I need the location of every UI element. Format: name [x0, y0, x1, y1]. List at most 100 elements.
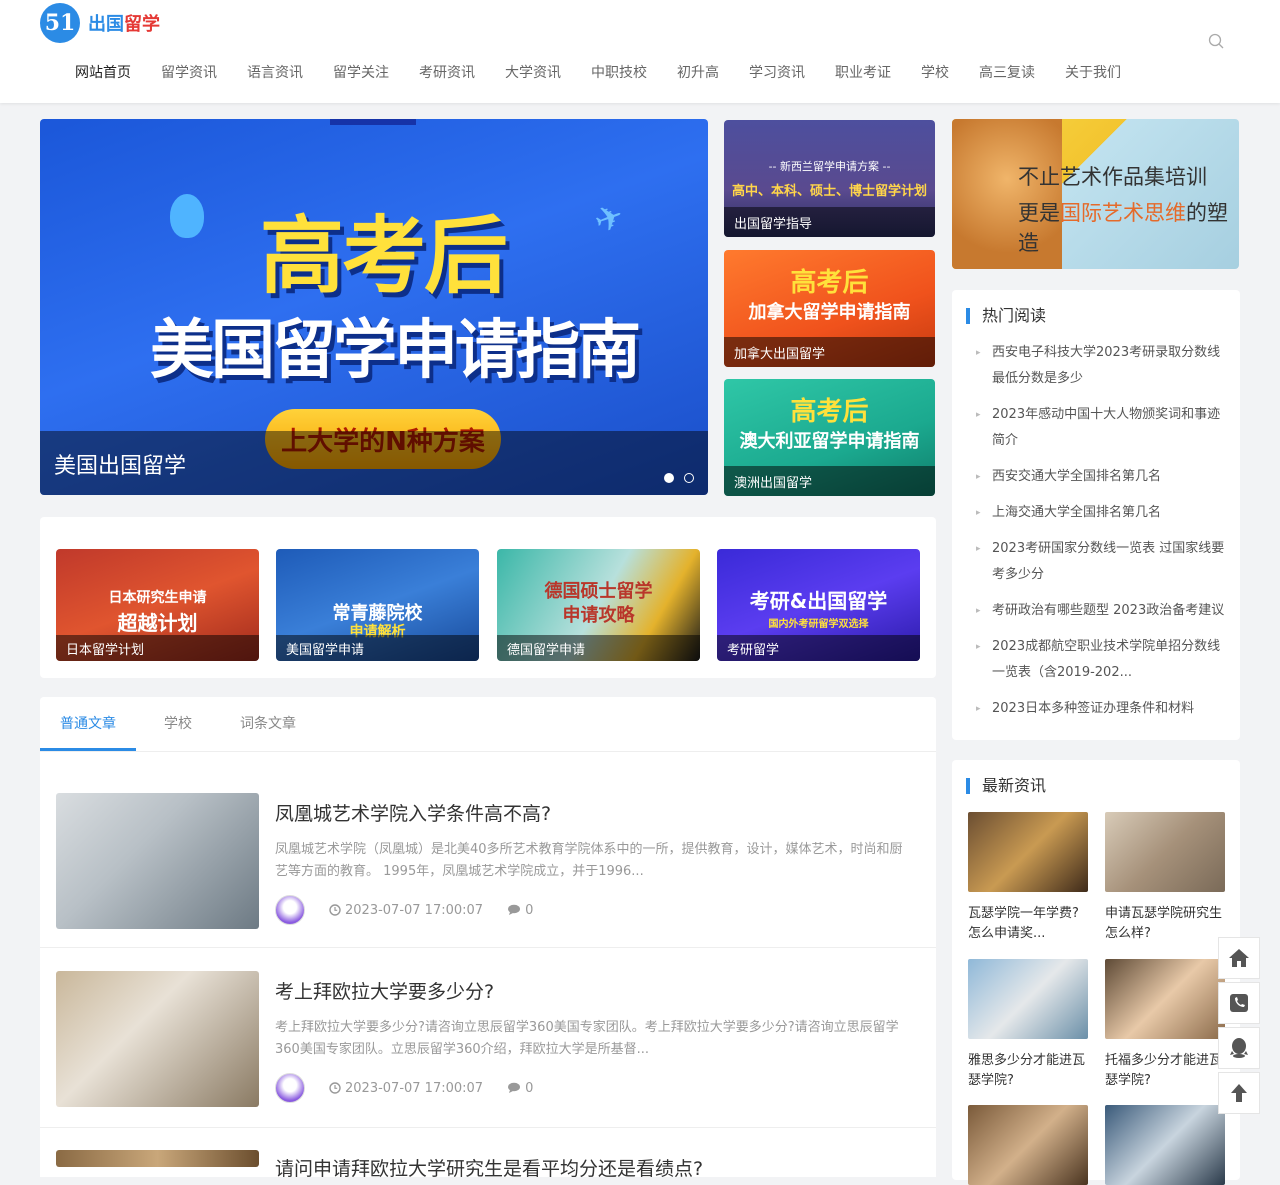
logo-text-part1: 出国 — [88, 14, 124, 35]
hot-reading-item-label: 2023成都航空职业技术学院单招分数线一览表（含2019-202... — [992, 639, 1221, 680]
site-logo[interactable]: 51 出国留学 — [40, 3, 160, 43]
nav-item-certification[interactable]: 职业考证 — [820, 62, 906, 84]
latest-news-item[interactable] — [968, 1105, 1088, 1185]
chevron-right-icon: ▸ — [976, 642, 981, 652]
article-title[interactable]: 凤凰城艺术学院入学条件高不高? — [275, 799, 551, 826]
back-to-top-button[interactable] — [1218, 1072, 1260, 1114]
latest-news-item-title: 雅思多少分才能进瓦瑟学院? — [968, 1053, 1086, 1088]
hot-reading-item[interactable]: ▸ 西安交通大学全国排名第几名 — [976, 464, 1226, 490]
balloon-graphic — [170, 194, 204, 238]
hot-reading-item-label: 西安交通大学全国排名第几名 — [992, 469, 1162, 484]
nav-item-study-abroad-focus[interactable]: 留学关注 — [318, 62, 404, 84]
nav-item-schools[interactable]: 学校 — [906, 62, 964, 84]
latest-news-item[interactable]: 瓦瑟学院一年学费?怎么申请奖... — [968, 812, 1088, 944]
category-card-art: 考研&出国留学 — [749, 589, 888, 613]
nav-item-university-news[interactable]: 大学资讯 — [490, 62, 576, 84]
home-button[interactable] — [1218, 937, 1260, 979]
category-card-japan[interactable]: 日本研究生申请 超越计划 日本留学计划 — [56, 549, 259, 661]
nav-item-gaokao-retake[interactable]: 高三复读 — [964, 62, 1050, 84]
article-excerpt: 考上拜欧拉大学要多少分?请咨询立思辰留学360美国专家团队。考上拜欧拉大学要多少… — [275, 1020, 899, 1057]
category-card-caption: 德国留学申请 — [507, 643, 586, 658]
latest-news-widget: 最新资讯 瓦瑟学院一年学费?怎么申请奖... 申请瓦瑟学院研究生怎么样? 雅思多… — [952, 760, 1240, 1185]
slider-dot-2[interactable] — [684, 473, 694, 483]
nav-item-vocational-schools[interactable]: 中职技校 — [576, 62, 662, 84]
hero-slider[interactable]: ✈ 高考后 美国留学申请指南 上大学的N种方案 美国出国留学 — [40, 119, 708, 495]
slider-caption-bar: 美国出国留学 — [40, 431, 708, 495]
category-card-caption-bar: 德国留学申请 — [497, 635, 700, 661]
side-thumb-caption-bar: 澳洲出国留学 — [724, 466, 935, 496]
side-thumb-subtitle: 高中、本科、硕士、博士留学计划 — [731, 184, 927, 199]
hot-reading-item[interactable]: ▸ 考研政治有哪些题型 2023政治备考建议 — [976, 598, 1226, 624]
nav-item-home[interactable]: 网站首页 — [60, 62, 146, 84]
search-icon[interactable] — [1208, 33, 1224, 49]
article-date: 2023-07-07 17:00:07 — [345, 1080, 484, 1096]
category-card-caption-bar: 美国留学申请 — [276, 635, 479, 661]
side-thumb-canada[interactable]: 高考后 加拿大留学申请指南 加拿大出国留学 — [724, 250, 935, 367]
slider-dot-1[interactable] — [664, 473, 674, 483]
chevron-right-icon: ▸ — [976, 472, 981, 482]
article-comment-count: 0 — [525, 1080, 534, 1096]
hot-reading-item[interactable]: ▸ 西安电子科技大学2023考研录取分数线最低分数是多少 — [976, 340, 1226, 392]
article-thumbnail[interactable] — [56, 793, 259, 929]
author-avatar[interactable] — [275, 895, 305, 925]
latest-news-item[interactable]: 托福多少分才能进瓦瑟学院? — [1105, 959, 1225, 1091]
category-card-art2: 国内外考研留学双选择 — [768, 619, 869, 630]
article-comment-count: 0 — [525, 902, 534, 918]
comment-icon — [508, 1082, 521, 1093]
article-thumbnail[interactable] — [56, 971, 259, 1107]
chevron-right-icon: ▸ — [976, 704, 981, 714]
ad-line1: 不止艺术作品集培训 — [1018, 165, 1207, 189]
chevron-right-icon: ▸ — [976, 606, 981, 616]
tab-general-articles[interactable]: 普通文章 — [40, 697, 136, 751]
hot-reading-item[interactable]: ▸ 2023考研国家分数线一览表 过国家线要考多少分 — [976, 536, 1226, 588]
category-card-usa[interactable]: 常青藤院校 申请解析 美国留学申请 — [276, 549, 479, 661]
latest-news-item[interactable]: 雅思多少分才能进瓦瑟学院? — [968, 959, 1088, 1091]
tab-schools[interactable]: 学校 — [144, 697, 212, 751]
latest-news-item-title: 申请瓦瑟学院研究生怎么样? — [1105, 906, 1223, 941]
ad-line2: 更是国际艺术思维的塑造 — [1018, 197, 1239, 257]
nav-item-study-abroad-news[interactable]: 留学资讯 — [146, 62, 232, 84]
nav-item-language-news[interactable]: 语言资讯 — [232, 62, 318, 84]
main-nav: 网站首页 留学资讯 语言资讯 留学关注 考研资讯 大学资讯 中职技校 初升高 学… — [60, 62, 1136, 84]
side-thumb-caption: 澳洲出国留学 — [734, 476, 813, 491]
latest-news-item[interactable]: 申请瓦瑟学院研究生怎么样? — [1105, 812, 1225, 944]
hot-reading-item[interactable]: ▸ 上海交通大学全国排名第几名 — [976, 500, 1226, 526]
nav-item-about-us[interactable]: 关于我们 — [1050, 62, 1136, 84]
article-separator — [40, 1127, 936, 1128]
article-title[interactable]: 考上拜欧拉大学要多少分? — [275, 977, 494, 1004]
nav-item-high-school-entry[interactable]: 初升高 — [662, 62, 734, 84]
hot-reading-item-label: 2023年感动中国十大人物颁奖词和事迹简介 — [992, 407, 1221, 448]
hot-reading-item[interactable]: ▸ 2023成都航空职业技术学院单招分数线一览表（含2019-202... — [976, 634, 1226, 686]
chevron-right-icon: ▸ — [976, 410, 981, 420]
latest-news-thumbnail — [1105, 812, 1225, 892]
ad-banner[interactable]: 不止艺术作品集培训 更是国际艺术思维的塑造 — [952, 119, 1239, 269]
latest-news-item[interactable] — [1105, 1105, 1225, 1185]
hot-reading-item[interactable]: ▸ 2023年感动中国十大人物颁奖词和事迹简介 — [976, 402, 1226, 454]
side-thumb-australia[interactable]: 高考后 澳大利亚留学申请指南 澳洲出国留学 — [724, 379, 935, 496]
article-tabs: 普通文章 学校 词条文章 — [40, 697, 936, 752]
hot-reading-item[interactable]: ▸ 2023日本多种签证办理条件和材料 — [976, 696, 1226, 722]
article-thumbnail[interactable] — [56, 1150, 259, 1167]
phone-button[interactable] — [1218, 982, 1260, 1024]
category-card-germany[interactable]: 德国硕士留学 申请攻略 德国留学申请 — [497, 549, 700, 661]
slider-caption[interactable]: 美国出国留学 — [54, 448, 186, 480]
latest-news-thumbnail — [968, 812, 1088, 892]
tab-glossary-articles[interactable]: 词条文章 — [220, 697, 316, 751]
article-title[interactable]: 请问申请拜欧拉大学研究生是看平均分还是看绩点? — [275, 1154, 703, 1181]
nav-item-study-news[interactable]: 学习资讯 — [734, 62, 820, 84]
category-card-postgrad[interactable]: 考研&出国留学 国内外考研留学双选择 考研留学 — [717, 549, 920, 661]
site-header: 51 出国留学 网站首页 留学资讯 语言资讯 留学关注 考研资讯 大学资讯 中职… — [0, 0, 1280, 103]
author-avatar[interactable] — [275, 1073, 305, 1103]
nav-item-postgrad-news[interactable]: 考研资讯 — [404, 62, 490, 84]
latest-news-thumbnail — [1105, 1105, 1225, 1185]
latest-news-title: 最新资讯 — [966, 778, 1046, 794]
qq-button[interactable] — [1218, 1027, 1260, 1069]
category-card-art2: 申请攻略 — [562, 605, 635, 626]
side-thumb-caption: 出国留学指导 — [734, 217, 813, 232]
side-thumb-subtitle: 澳大利亚留学申请指南 — [739, 431, 920, 452]
category-card-art: 日本研究生申请 — [108, 590, 207, 606]
article-meta: 2023-07-07 17:00:07 0 — [275, 895, 533, 925]
hot-reading-list: ▸ 西安电子科技大学2023考研录取分数线最低分数是多少 ▸ 2023年感动中国十大… — [976, 340, 1226, 732]
side-thumb-newzealand[interactable]: -- 新西兰留学申请方案 -- 高中、本科、硕士、博士留学计划 出国留学指导 — [724, 120, 935, 237]
hot-reading-title: 热门阅读 — [966, 308, 1046, 324]
